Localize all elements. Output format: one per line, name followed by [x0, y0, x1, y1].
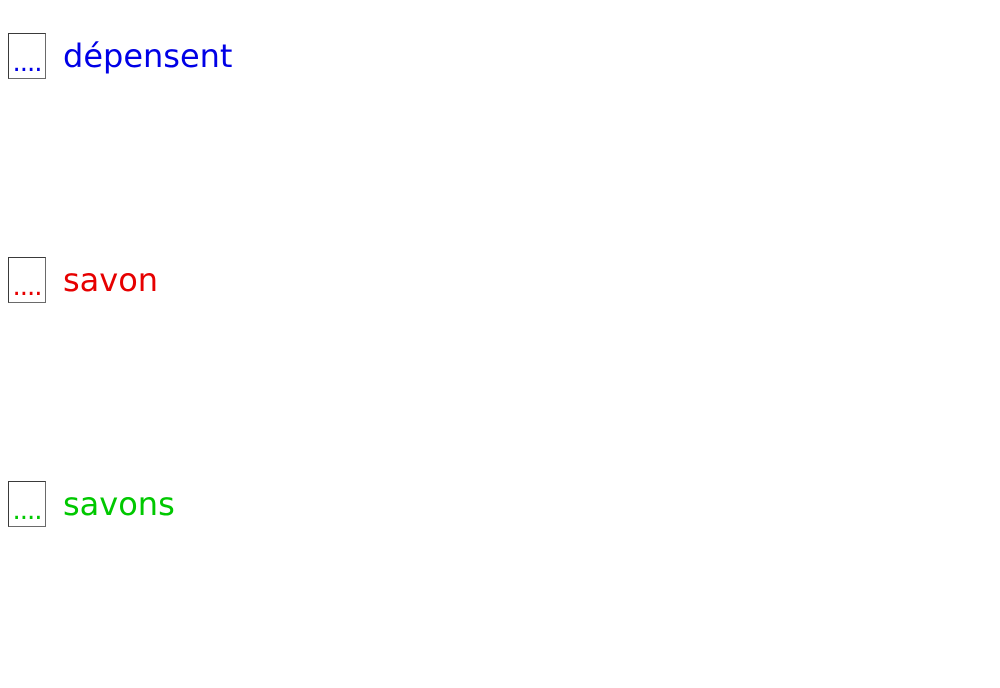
answer-label[interactable]: dépensent — [63, 32, 232, 80]
blank-placeholder: .... — [12, 496, 42, 526]
answer-checkbox[interactable]: .... — [8, 257, 46, 303]
answer-option-3[interactable]: .... savons — [8, 480, 175, 528]
blank-placeholder: .... — [12, 272, 42, 302]
answer-label[interactable]: savons — [63, 480, 175, 528]
answer-checkbox[interactable]: .... — [8, 481, 46, 527]
answer-checkbox[interactable]: .... — [8, 33, 46, 79]
answer-option-2[interactable]: .... savon — [8, 256, 158, 304]
blank-placeholder: .... — [12, 48, 42, 78]
answer-option-1[interactable]: .... dépensent — [8, 32, 232, 80]
answer-label[interactable]: savon — [63, 256, 158, 304]
